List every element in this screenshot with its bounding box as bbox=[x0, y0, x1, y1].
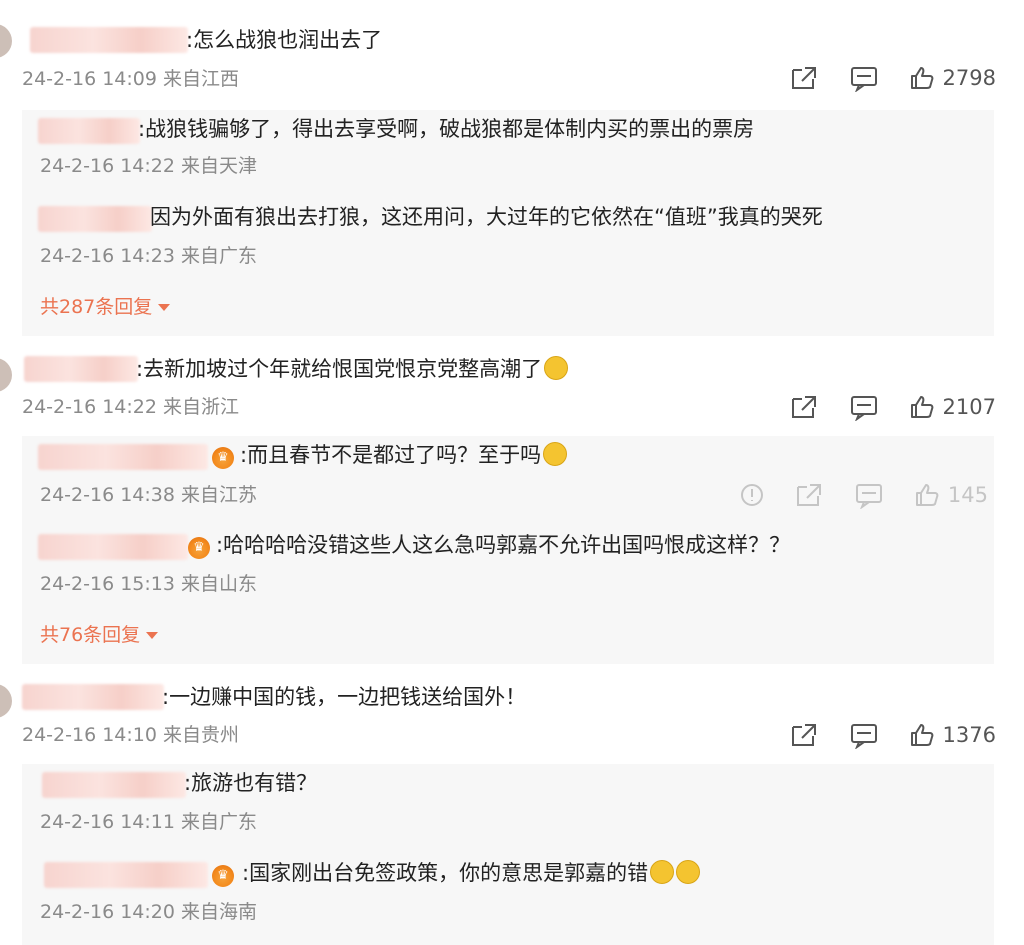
vip-crown-icon: ♛ bbox=[188, 537, 210, 559]
comment-icon[interactable] bbox=[849, 64, 879, 92]
comment-meta: 24-2-16 14:10 来自贵州 bbox=[22, 724, 239, 746]
like-button[interactable]: 2107 bbox=[909, 394, 996, 420]
like-count: 145 bbox=[947, 483, 988, 507]
comment-text-content: :去新加坡过个年就给恨国党恨京党整高潮了 bbox=[136, 357, 543, 381]
more-replies-link[interactable]: 共76条回复 bbox=[40, 622, 159, 648]
comment-icon[interactable] bbox=[849, 393, 879, 421]
comment-text: :怎么战狼也润出去了 bbox=[186, 28, 383, 52]
comment-actions: 2798 bbox=[759, 63, 996, 93]
emoji-icon bbox=[544, 356, 569, 380]
like-count: 2107 bbox=[942, 395, 996, 419]
username-blurred[interactable] bbox=[42, 772, 186, 798]
username-blurred[interactable] bbox=[38, 118, 140, 144]
username-blurred[interactable] bbox=[24, 356, 138, 382]
username-blurred[interactable] bbox=[38, 206, 152, 232]
more-replies-label: 共287条回复 bbox=[40, 296, 153, 318]
share-icon[interactable] bbox=[789, 64, 819, 92]
like-icon bbox=[910, 724, 933, 746]
like-icon bbox=[910, 396, 933, 418]
reply-meta: 24-2-16 15:13 来自山东 bbox=[40, 573, 257, 595]
vip-crown-icon: ♛ bbox=[212, 865, 234, 887]
reply-text: 因为外面有狼出去打狼，这还用问，大过年的它依然在“值班”我真的哭死 bbox=[150, 205, 823, 229]
like-icon bbox=[910, 67, 933, 89]
like-icon bbox=[915, 484, 939, 506]
emoji-icon bbox=[650, 860, 675, 884]
reply-text: :哈哈哈哈没错这些人这么急吗郭嘉不允许出国吗恨成这样？？ bbox=[216, 533, 791, 557]
reply-panel: :旅游也有错？ 24-2-16 14:11 来自广东 ♛ :国家刚出台免签政策，… bbox=[22, 764, 994, 945]
reply-panel: ♛ :而且春节不是都过了吗？至于吗 24-2-16 14:38 来自江苏 145… bbox=[22, 436, 994, 664]
comment-text: :一边赚中国的钱，一边把钱送给国外！ bbox=[162, 685, 527, 709]
avatar[interactable] bbox=[0, 24, 12, 58]
share-icon[interactable] bbox=[789, 721, 819, 749]
reply-meta: 24-2-16 14:20 来自海南 bbox=[40, 901, 257, 923]
avatar[interactable] bbox=[0, 684, 12, 718]
reply-text-content: :而且春节不是都过了吗？至于吗 bbox=[240, 443, 542, 467]
share-icon[interactable] bbox=[789, 393, 819, 421]
like-count: 1376 bbox=[942, 723, 996, 747]
share-icon[interactable] bbox=[794, 481, 824, 509]
comment-text: :去新加坡过个年就给恨国党恨京党整高潮了 bbox=[136, 354, 569, 384]
emoji-icon bbox=[543, 442, 568, 466]
reply-text-content: :国家刚出台免签政策，你的意思是郭嘉的错 bbox=[242, 861, 649, 885]
username-blurred[interactable] bbox=[38, 444, 208, 470]
report-icon[interactable] bbox=[740, 483, 764, 507]
reply-text: :国家刚出台免签政策，你的意思是郭嘉的错 bbox=[242, 858, 701, 888]
username-blurred[interactable] bbox=[44, 862, 208, 888]
comment-meta: 24-2-16 14:22 来自浙江 bbox=[22, 396, 239, 418]
caret-down-icon bbox=[158, 304, 171, 311]
username-blurred[interactable] bbox=[38, 534, 188, 560]
username-blurred[interactable] bbox=[22, 684, 164, 710]
like-button[interactable]: 1376 bbox=[909, 722, 996, 748]
reply-text: :战狼钱骗够了，得出去享受啊，破战狼都是体制内买的票出的票房 bbox=[138, 117, 755, 141]
caret-down-icon bbox=[146, 632, 159, 639]
emoji-icon bbox=[676, 860, 701, 884]
reply-text: :旅游也有错？ bbox=[184, 771, 318, 795]
reply-meta: 24-2-16 14:23 来自广东 bbox=[40, 245, 257, 267]
like-count: 2798 bbox=[942, 66, 996, 90]
comment-icon[interactable] bbox=[849, 721, 879, 749]
like-button[interactable]: 2798 bbox=[909, 65, 996, 91]
comment-icon[interactable] bbox=[854, 481, 884, 509]
username-blurred[interactable] bbox=[30, 27, 188, 53]
reply-panel: :战狼钱骗够了，得出去享受啊，破战狼都是体制内买的票出的票房 24-2-16 1… bbox=[22, 110, 994, 336]
comment-actions: 2107 bbox=[759, 392, 996, 422]
reply-actions: 145 bbox=[710, 480, 988, 510]
reply-meta: 24-2-16 14:38 来自江苏 bbox=[40, 484, 257, 506]
comment-actions: 1376 bbox=[759, 720, 996, 750]
avatar[interactable] bbox=[0, 358, 12, 392]
comment-meta: 24-2-16 14:09 来自江西 bbox=[22, 68, 239, 90]
more-replies-link[interactable]: 共287条回复 bbox=[40, 294, 171, 320]
more-replies-label: 共76条回复 bbox=[40, 624, 141, 646]
like-button[interactable]: 145 bbox=[914, 482, 988, 508]
reply-meta: 24-2-16 14:11 来自广东 bbox=[40, 811, 257, 833]
reply-meta: 24-2-16 14:22 来自天津 bbox=[40, 155, 257, 177]
vip-crown-icon: ♛ bbox=[212, 447, 234, 469]
reply-text: :而且春节不是都过了吗？至于吗 bbox=[240, 440, 568, 470]
